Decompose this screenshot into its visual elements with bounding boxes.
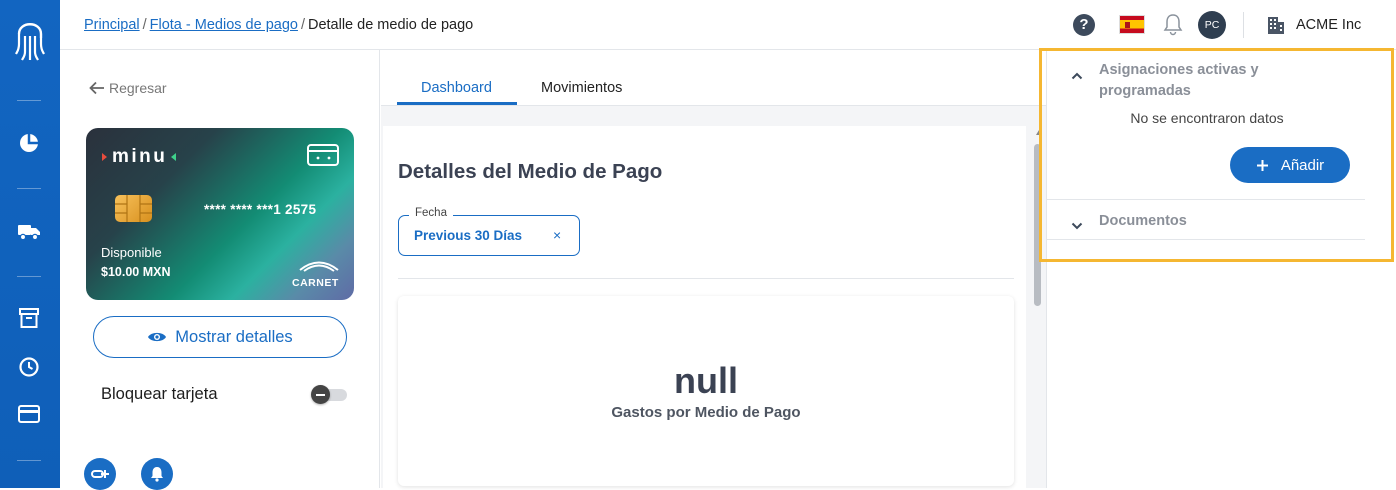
alert-bell-icon[interactable] bbox=[141, 458, 173, 490]
payment-method-panel: Regresar minu **** **** ***1 2575 Dispon… bbox=[60, 50, 380, 490]
dashboard-content: Detalles del Medio de Pago Fecha Previou… bbox=[383, 126, 1026, 488]
show-details-button[interactable]: Mostrar detalles bbox=[93, 316, 347, 358]
kpi-value: null bbox=[674, 360, 738, 401]
available-label: Disponible bbox=[101, 245, 162, 260]
assignments-title: Asignaciones activas y programadas bbox=[1099, 62, 1259, 99]
section-divider bbox=[1047, 239, 1365, 240]
tab-movimientos[interactable]: Movimientos bbox=[541, 80, 622, 96]
dashboard-pie-icon[interactable] bbox=[16, 130, 42, 156]
section-divider bbox=[398, 278, 1014, 279]
link-add-icon[interactable] bbox=[84, 458, 116, 490]
carnet-logo-icon bbox=[296, 256, 342, 272]
breadcrumb-flota-link[interactable]: Flota - Medios de pago bbox=[150, 17, 298, 33]
card-network: CARNET bbox=[292, 277, 339, 289]
app-logo-icon[interactable] bbox=[14, 14, 46, 66]
user-avatar[interactable]: PC bbox=[1198, 11, 1226, 39]
spain-flag-icon[interactable] bbox=[1119, 15, 1145, 34]
top-bar: Principal / Flota - Medios de pago / Detalle… bbox=[60, 0, 1396, 50]
eye-icon bbox=[147, 330, 167, 344]
tab-bar: Dashboard Movimientos bbox=[381, 50, 1046, 106]
contactless-wallet-icon bbox=[306, 142, 340, 168]
sidebar-divider bbox=[17, 100, 41, 101]
clear-date-filter-icon[interactable]: × bbox=[553, 227, 561, 243]
main-content: Dashboard Movimientos Detalles del Medio… bbox=[381, 50, 1046, 488]
card-brand-logo: minu bbox=[102, 146, 177, 168]
block-card-label: Bloquear tarjeta bbox=[101, 385, 218, 403]
company-name[interactable]: ACME Inc bbox=[1296, 17, 1361, 33]
breadcrumb-separator: / bbox=[300, 17, 305, 33]
archive-icon[interactable] bbox=[16, 305, 42, 331]
breadcrumb-principal-link[interactable]: Principal bbox=[84, 17, 140, 33]
date-filter-label: Fecha bbox=[409, 207, 453, 219]
card-chip-icon bbox=[115, 195, 152, 222]
card-number: **** **** ***1 2575 bbox=[204, 202, 317, 217]
block-card-toggle[interactable] bbox=[311, 385, 347, 404]
breadcrumb-current: Detalle de medio de pago bbox=[307, 17, 474, 33]
sidebar-divider bbox=[17, 276, 41, 277]
notifications-bell-icon[interactable] bbox=[1162, 12, 1184, 36]
brand-arrow-green-icon bbox=[171, 153, 177, 161]
sidebar-divider bbox=[17, 460, 41, 461]
card-balance: $10.00 MXN bbox=[101, 265, 171, 279]
brand-arrow-red-icon bbox=[102, 153, 107, 161]
sidebar-divider bbox=[17, 188, 41, 189]
section-divider bbox=[1047, 199, 1365, 200]
add-label: Añadir bbox=[1280, 156, 1325, 174]
breadcrumb-separator: / bbox=[142, 17, 147, 33]
back-label: Regresar bbox=[109, 80, 167, 96]
documents-section-header[interactable]: Documentos bbox=[1071, 211, 1371, 235]
kpi-label: Gastos por Medio de Pago bbox=[611, 404, 801, 421]
empty-state-text: No se encontraron datos bbox=[1130, 110, 1284, 126]
date-filter-value: Previous 30 Días bbox=[414, 228, 523, 243]
app-sidebar bbox=[0, 0, 60, 488]
back-link[interactable]: Regresar bbox=[89, 78, 167, 98]
chevron-up-icon bbox=[1071, 67, 1083, 85]
tab-dashboard[interactable]: Dashboard bbox=[421, 80, 492, 96]
arrow-left-icon bbox=[89, 81, 105, 95]
header-divider bbox=[1243, 12, 1244, 38]
card-brand-name: minu bbox=[112, 146, 168, 167]
kpi-card: null Gastos por Medio de Pago bbox=[398, 296, 1014, 486]
payment-card[interactable]: minu **** **** ***1 2575 Disponible $10.… bbox=[86, 128, 354, 300]
assignments-panel: Asignaciones activas y programadas No se… bbox=[1046, 50, 1396, 488]
credit-card-icon[interactable] bbox=[16, 401, 42, 427]
scrollbar-thumb[interactable] bbox=[1034, 144, 1041, 306]
active-tab-indicator bbox=[397, 102, 517, 105]
add-assignment-button[interactable]: Añadir bbox=[1230, 147, 1350, 183]
assignments-section-header[interactable]: Asignaciones activas y programadas bbox=[1071, 60, 1371, 104]
help-icon[interactable]: ? bbox=[1073, 14, 1095, 36]
documents-title: Documentos bbox=[1099, 213, 1187, 229]
page-title: Detalles del Medio de Pago bbox=[398, 160, 663, 183]
breadcrumb: Principal / Flota - Medios de pago / Detalle… bbox=[84, 17, 473, 33]
date-filter-chip[interactable]: Fecha Previous 30 Días × bbox=[398, 207, 580, 256]
chevron-down-icon bbox=[1071, 217, 1083, 235]
clock-icon[interactable] bbox=[16, 354, 42, 380]
show-details-label: Mostrar detalles bbox=[175, 327, 293, 346]
building-icon bbox=[1267, 15, 1285, 35]
truck-icon[interactable] bbox=[16, 218, 42, 244]
plus-icon bbox=[1256, 159, 1269, 172]
